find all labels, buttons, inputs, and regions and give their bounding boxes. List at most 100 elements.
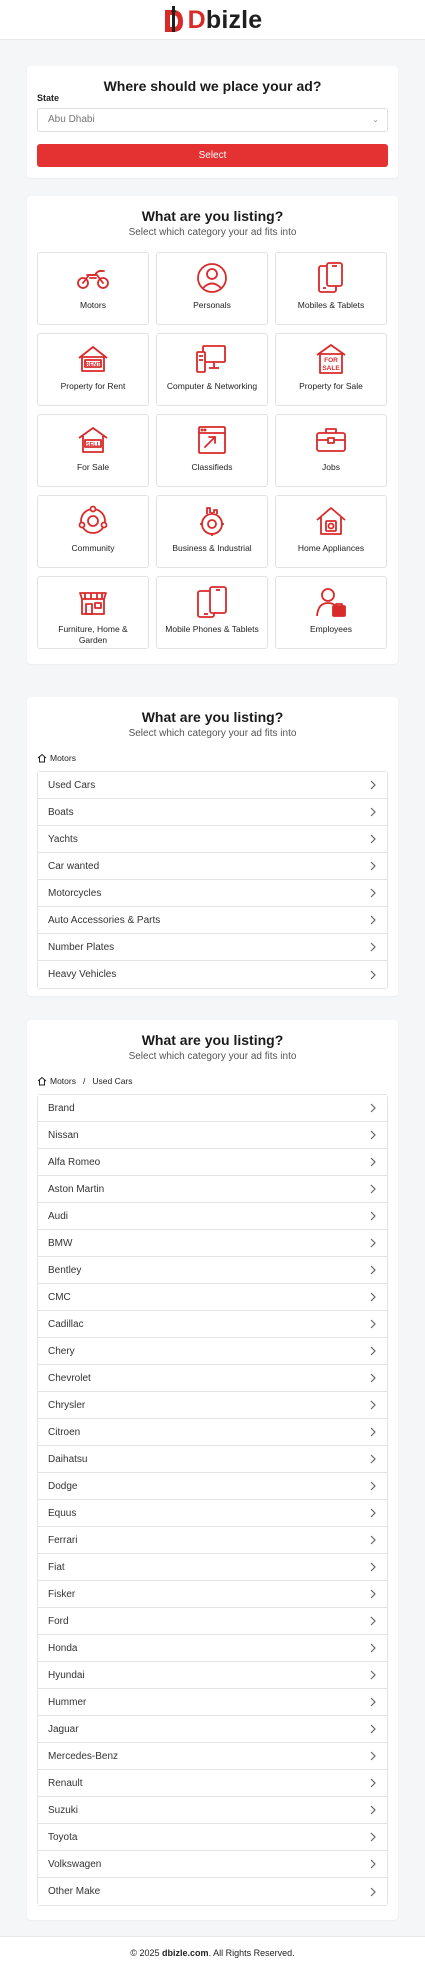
list-item[interactable]: Daihatsu — [38, 1446, 387, 1473]
category-tile-motors[interactable]: Motors — [37, 252, 149, 325]
motorcycle-icon — [77, 269, 109, 289]
category-tile-business-industrial[interactable]: Business & Industrial — [156, 495, 268, 568]
chevron-right-icon — [370, 1157, 376, 1167]
breadcrumb-motors[interactable]: Motors — [50, 1076, 76, 1086]
list-item[interactable]: Nissan — [38, 1122, 387, 1149]
list-item[interactable]: Bentley — [38, 1257, 387, 1284]
logo-text: Dbizle — [188, 6, 263, 34]
category-tile-home-appliances[interactable]: Home Appliances — [275, 495, 387, 568]
select-button[interactable]: Select — [37, 144, 388, 167]
list-item-label: Number Plates — [48, 941, 115, 953]
state-select-value: Abu Dhabi — [48, 114, 95, 125]
list-item[interactable]: Car wanted — [38, 853, 387, 880]
list-item[interactable]: Chery — [38, 1338, 387, 1365]
chevron-right-icon — [370, 834, 376, 844]
list-item[interactable]: Mercedes-Benz — [38, 1743, 387, 1770]
category-tile-property-rent[interactable]: RENT Property for Rent — [37, 333, 149, 406]
category-tile-community[interactable]: Community — [37, 495, 149, 568]
list-item[interactable]: Audi — [38, 1203, 387, 1230]
briefcase-icon — [316, 428, 346, 452]
list-item-label: Equus — [48, 1507, 77, 1519]
footer-prefix: © 2025 — [130, 1948, 163, 1958]
list-item[interactable]: Number Plates — [38, 934, 387, 961]
category-tile-jobs[interactable]: Jobs — [275, 414, 387, 487]
category-tile-property-sale[interactable]: FOR SALE Property for Sale — [275, 333, 387, 406]
list-item[interactable]: Renault — [38, 1770, 387, 1797]
list-item[interactable]: BMW — [38, 1230, 387, 1257]
chevron-right-icon — [370, 1535, 376, 1545]
list-item[interactable]: Volkswagen — [38, 1851, 387, 1878]
top-header: Dbizle — [0, 0, 425, 40]
category-label: Community — [71, 543, 115, 553]
list-item[interactable]: Motorcycles — [38, 880, 387, 907]
list-item-label: Brand — [48, 1102, 75, 1114]
list-item[interactable]: Suzuki — [38, 1797, 387, 1824]
place-ad-card: Where should we place your ad? State Abu… — [27, 66, 398, 178]
list-item[interactable]: Yachts — [38, 826, 387, 853]
motors-subtitle: Select which category your ad fits into — [128, 728, 297, 739]
list-item[interactable]: Aston Martin — [38, 1176, 387, 1203]
chevron-right-icon — [370, 1427, 376, 1437]
category-grid: Motors Personals Mobiles & Tablets RENT — [37, 252, 388, 649]
list-item[interactable]: Heavy Vehicles — [38, 961, 387, 988]
list-item[interactable]: Ferrari — [38, 1527, 387, 1554]
list-item-label: Toyota — [48, 1831, 78, 1843]
category-tile-furniture-home-garden[interactable]: Furniture, Home & Garden — [37, 576, 149, 649]
chevron-right-icon — [370, 1103, 376, 1113]
svg-text:FOR: FOR — [324, 357, 338, 364]
list-item[interactable]: Fiat — [38, 1554, 387, 1581]
category-tile-employees[interactable]: Employees — [275, 576, 387, 649]
list-item[interactable]: Other Make — [38, 1878, 387, 1905]
list-item[interactable]: Toyota — [38, 1824, 387, 1851]
chevron-right-icon — [370, 1562, 376, 1572]
category-label: Classifieds — [191, 462, 233, 472]
list-item[interactable]: Dodge — [38, 1473, 387, 1500]
list-item[interactable]: Equus — [38, 1500, 387, 1527]
list-item-label: Heavy Vehicles — [48, 969, 117, 980]
used-cars-subtitle: Select which category your ad fits into — [128, 1051, 297, 1062]
category-label: Jobs — [322, 462, 340, 472]
list-item[interactable]: Hyundai — [38, 1662, 387, 1689]
breadcrumb-motors[interactable]: Motors — [50, 753, 76, 763]
list-item[interactable]: Used Cars — [38, 772, 387, 799]
category-tile-computer-networking[interactable]: Computer & Networking — [156, 333, 268, 406]
list-item[interactable]: Hummer — [38, 1689, 387, 1716]
home-icon[interactable] — [37, 1076, 47, 1086]
list-item[interactable]: Chrysler — [38, 1392, 387, 1419]
motors-subcategory-list: Used Cars Boats Yachts Car wanted Motorc… — [37, 771, 388, 989]
list-item[interactable]: Honda — [38, 1635, 387, 1662]
list-item[interactable]: Ford — [38, 1608, 387, 1635]
category-tile-classifieds[interactable]: Classifieds — [156, 414, 268, 487]
logo-text-prefix: D — [187, 5, 206, 34]
computer-icon — [196, 345, 226, 373]
list-item-label: Yachts — [48, 833, 78, 845]
list-item[interactable]: Jaguar — [38, 1716, 387, 1743]
person-icon — [197, 263, 227, 293]
list-item[interactable]: Boats — [38, 799, 387, 826]
list-item[interactable]: Chevrolet — [38, 1365, 387, 1392]
list-item-label: Ferrari — [48, 1534, 78, 1546]
list-item-label: Daihatsu — [48, 1453, 88, 1465]
dbizle-logo[interactable]: Dbizle — [163, 5, 263, 35]
category-tile-for-sale[interactable]: SELL For Sale — [37, 414, 149, 487]
list-item[interactable]: Fisker — [38, 1581, 387, 1608]
chevron-right-icon — [370, 1616, 376, 1626]
list-item-label: Volkswagen — [48, 1858, 102, 1870]
category-tile-mobile-phones-tablets[interactable]: Mobile Phones & Tablets — [156, 576, 268, 649]
list-item[interactable]: Auto Accessories & Parts — [38, 907, 387, 934]
chevron-right-icon — [370, 1832, 376, 1842]
sell-house-icon: SELL — [78, 427, 108, 453]
footer-site-link[interactable]: dbizle.com — [162, 1948, 209, 1958]
list-item-label: Boats — [48, 806, 74, 818]
state-select[interactable]: Abu Dhabi ⌄ — [37, 108, 388, 132]
list-item[interactable]: Citroen — [38, 1419, 387, 1446]
category-tile-personals[interactable]: Personals — [156, 252, 268, 325]
list-item[interactable]: CMC — [38, 1284, 387, 1311]
home-icon[interactable] — [37, 753, 47, 763]
list-item[interactable]: Cadillac — [38, 1311, 387, 1338]
list-item[interactable]: Alfa Romeo — [38, 1149, 387, 1176]
category-tile-mobiles-tablets[interactable]: Mobiles & Tablets — [275, 252, 387, 325]
breadcrumb-used-cars[interactable]: Used Cars — [92, 1076, 132, 1086]
list-item[interactable]: Brand — [38, 1095, 387, 1122]
category-label: Employees — [309, 624, 353, 634]
